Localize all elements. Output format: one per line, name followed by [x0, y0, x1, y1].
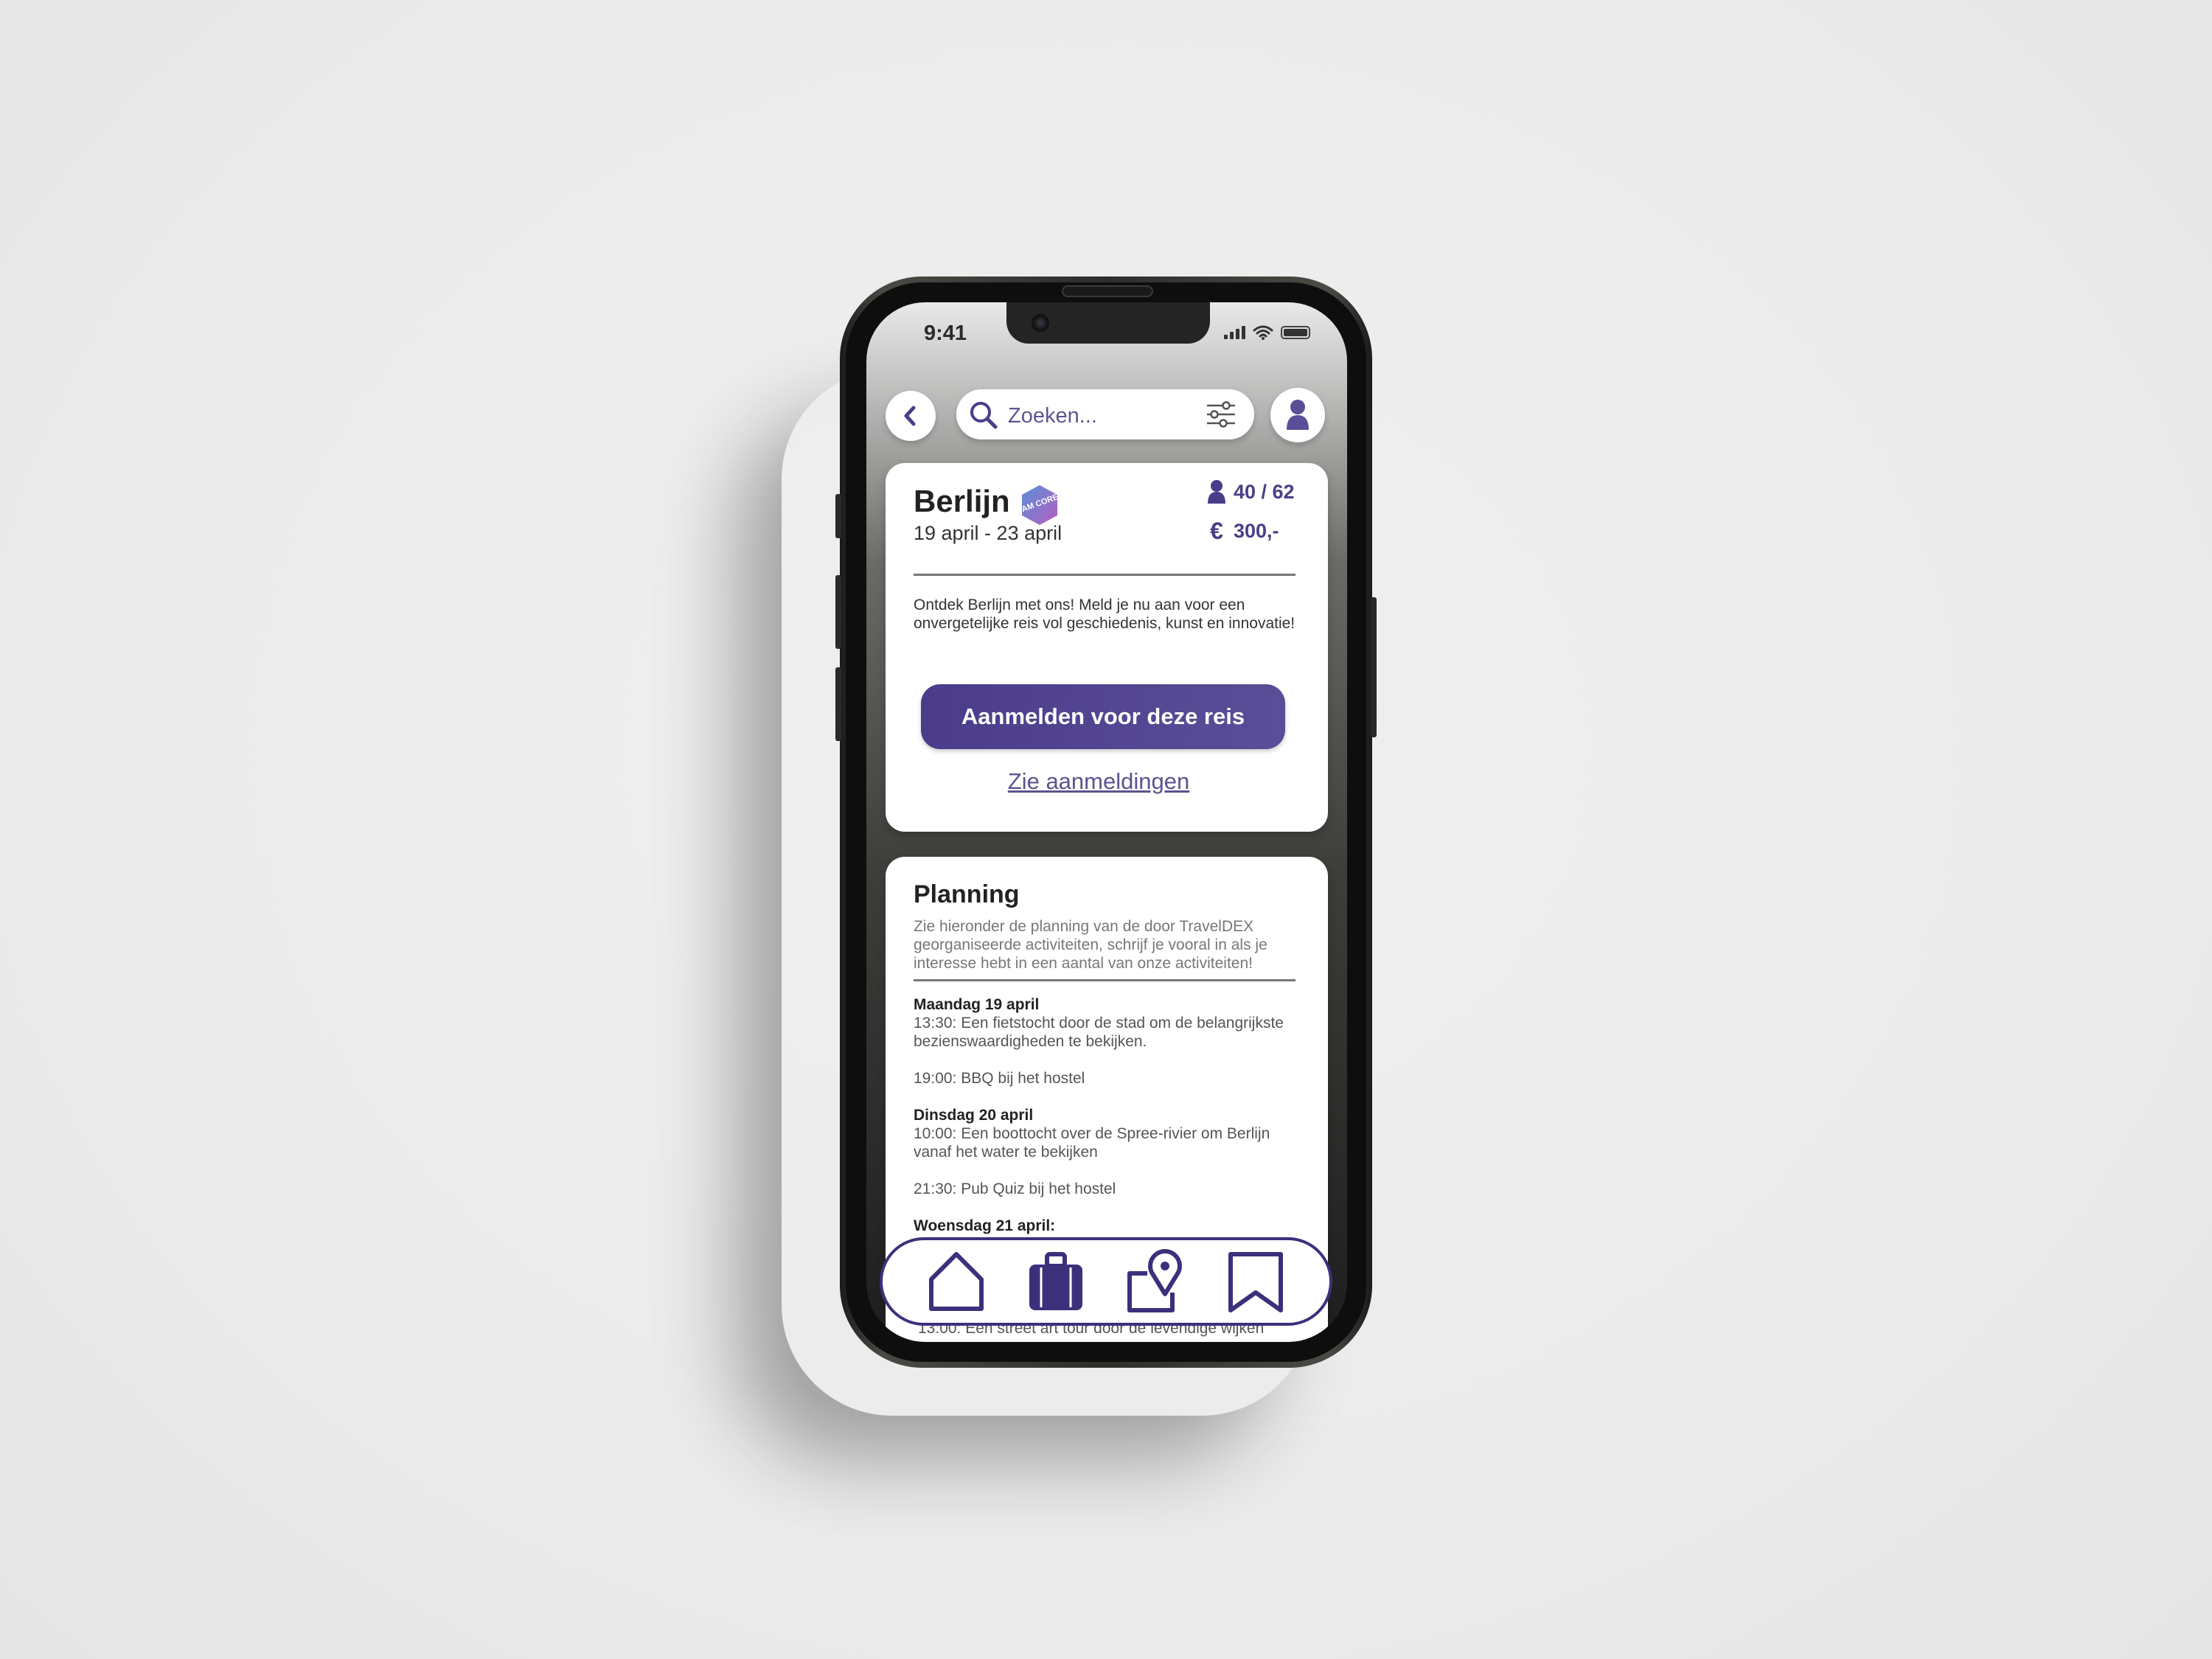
wifi-icon: [1253, 325, 1273, 340]
price-value: 300,-: [1234, 520, 1279, 542]
map-pin-icon: [1127, 1249, 1182, 1312]
notch: [1006, 302, 1210, 344]
day-title: Woensdag 21 april:: [914, 1217, 1056, 1234]
search-icon: [970, 402, 998, 429]
back-button[interactable]: [886, 391, 936, 441]
power-button: [1371, 597, 1377, 737]
planning-title: Planning: [914, 880, 1020, 908]
tab-saved[interactable]: [1225, 1248, 1287, 1315]
search-input[interactable]: Zoeken...: [1008, 404, 1097, 428]
participants-value: 40 / 62: [1234, 480, 1295, 503]
trip-price: € 300,-: [1207, 518, 1279, 545]
trip-title: Berlijn: [914, 484, 1010, 518]
tab-map[interactable]: [1125, 1248, 1187, 1315]
profile-button[interactable]: [1270, 388, 1325, 442]
tab-trips[interactable]: [1025, 1248, 1087, 1315]
view-signups-link[interactable]: Zie aanmeldingen: [886, 768, 1312, 795]
home-icon: [928, 1252, 984, 1311]
signal-icon: [1224, 326, 1245, 339]
activity-item: 13:30: Een fietstocht door de stad om de…: [914, 1015, 1284, 1050]
user-icon: [1208, 480, 1225, 504]
participants-count: 40 / 62: [1207, 479, 1295, 504]
planning-intro: Zie hieronder de planning van de door Tr…: [914, 918, 1267, 972]
day-title: Maandag 19 april: [914, 996, 1040, 1013]
status-time: 9:41: [924, 321, 967, 345]
bookmark-icon: [1228, 1252, 1284, 1312]
filter-icon[interactable]: [1206, 401, 1237, 428]
activity-item: 21:30: Pub Quiz bij het hostel: [914, 1180, 1116, 1197]
volume-down-button: [835, 575, 841, 649]
suitcase-icon: [1029, 1252, 1083, 1310]
planning-schedule: Maandag 19 april 13:30: Een fietstocht d…: [914, 995, 1312, 1235]
tab-home[interactable]: [925, 1248, 987, 1315]
battery-icon: [1281, 326, 1310, 339]
euro-icon: €: [1210, 518, 1223, 544]
user-icon: [1287, 400, 1309, 430]
bottom-tab-bar: [880, 1237, 1332, 1326]
planning-divider: [914, 979, 1295, 981]
status-icons: [1224, 324, 1310, 341]
day-title: Dinsdag 20 april: [914, 1107, 1034, 1124]
mute-switch: [835, 667, 841, 741]
front-camera: [1032, 314, 1049, 332]
activity-item: 19:00: BBQ bij het hostel: [914, 1070, 1085, 1087]
top-bar: Zoeken...: [886, 385, 1328, 442]
phone-screen: 9:41 Zoeken... Berlijn IAM CORE 19 april…: [866, 302, 1347, 1342]
volume-up-button: [835, 494, 841, 538]
trip-card: Berlijn IAM CORE 19 april - 23 april 40 …: [886, 463, 1328, 832]
trip-dates: 19 april - 23 april: [914, 522, 1062, 544]
chevron-left-icon: [904, 406, 916, 426]
card-divider: [914, 574, 1295, 576]
trip-description: Ontdek Berlijn met ons! Meld je nu aan v…: [914, 597, 1295, 632]
search-bar[interactable]: Zoeken...: [956, 389, 1254, 439]
signup-button[interactable]: Aanmelden voor deze reis: [921, 684, 1285, 749]
earpiece-speaker: [1062, 285, 1153, 297]
activity-item: 10:00: Een boottocht over de Spree-rivie…: [914, 1125, 1270, 1161]
organizer-badge-icon: IAM CORE: [1020, 485, 1060, 525]
